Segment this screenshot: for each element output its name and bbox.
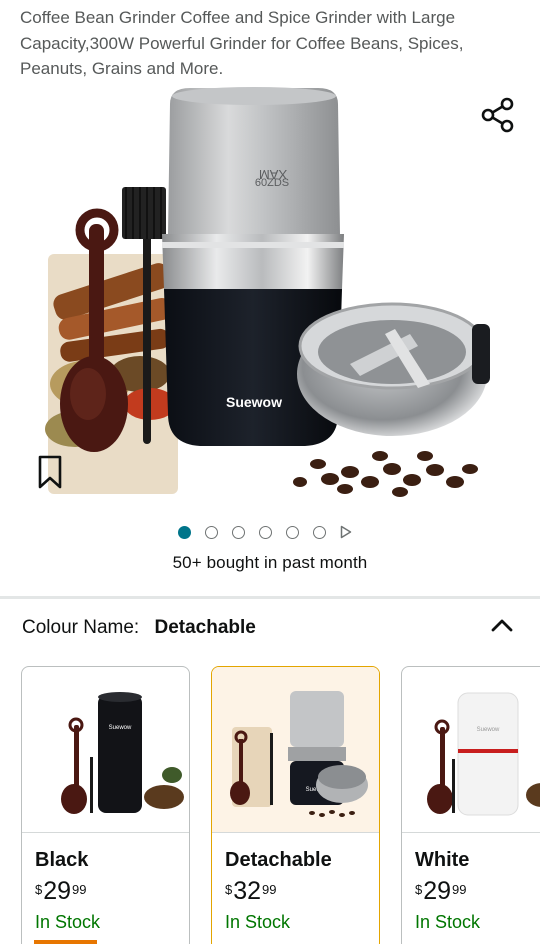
price-fraction: 99 — [452, 882, 467, 897]
swatch-price: $ 32 99 — [225, 878, 366, 904]
carousel-dot[interactable] — [259, 525, 272, 539]
price-currency: $ — [225, 882, 233, 897]
swatch-black[interactable]: Suewow Black $ 29 99 In Stock — [21, 666, 190, 944]
share-icon[interactable] — [478, 95, 518, 135]
stock-status: In Stock — [225, 912, 291, 932]
carousel-dot[interactable] — [286, 525, 299, 539]
carousel-dot[interactable] — [205, 525, 218, 539]
play-triangle-icon[interactable] — [340, 525, 352, 539]
section-divider — [0, 596, 540, 599]
price-currency: $ — [415, 882, 423, 897]
carousel-dot[interactable] — [232, 525, 245, 539]
carousel-dot[interactable] — [313, 525, 326, 539]
product-image[interactable]: XAM 60ZDS Suewow — [0, 84, 540, 504]
swatch-thumbnail: Suewow — [212, 667, 379, 833]
carousel-dots — [178, 524, 352, 540]
price-whole: 32 — [233, 877, 262, 905]
colour-selected-value: Detachable — [154, 617, 256, 638]
bookmark-icon[interactable] — [34, 454, 66, 490]
carousel-dot[interactable] — [178, 525, 191, 539]
bought-count: 50+ bought in past month — [172, 553, 368, 572]
colour-label: Colour Name: — [22, 617, 140, 638]
chevron-up-icon[interactable] — [488, 612, 516, 638]
active-tab-indicator — [34, 940, 97, 944]
svg-text:60ZDS: 60ZDS — [255, 177, 289, 189]
swatch-name: Black — [35, 849, 89, 871]
price-fraction: 99 — [72, 882, 87, 897]
swatch-thumbnail: Suewow — [22, 667, 189, 833]
svg-text:Suewow: Suewow — [109, 725, 132, 731]
swatch-thumbnail: Suewow — [402, 667, 540, 833]
price-fraction: 99 — [262, 882, 277, 897]
svg-text:Suewow: Suewow — [477, 727, 500, 733]
brand-label: Suewow — [226, 394, 282, 410]
swatch-price: $ 29 99 — [415, 878, 540, 904]
swatch-name: Detachable — [225, 849, 332, 871]
price-whole: 29 — [423, 877, 452, 905]
price-currency: $ — [35, 882, 43, 897]
price-whole: 29 — [43, 877, 72, 905]
product-page: Coffee Bean Grinder Coffee and Spice Gri… — [0, 0, 540, 944]
swatch-name: White — [415, 849, 470, 871]
colour-name-row: Colour Name: Detachable — [22, 617, 256, 639]
swatch-detachable[interactable]: Suewow Detachable $ 32 99 In Stock — [211, 666, 380, 944]
colour-swatches: Suewow Black $ 29 99 In Stock Suewow Det… — [21, 666, 540, 944]
stock-status: In Stock — [415, 912, 481, 932]
stock-status: In Stock — [35, 912, 101, 932]
swatch-price: $ 29 99 — [35, 878, 176, 904]
swatch-white[interactable]: Suewow White $ 29 99 In Stock — [401, 666, 540, 944]
product-title: Coffee Bean Grinder Coffee and Spice Gri… — [20, 8, 464, 79]
